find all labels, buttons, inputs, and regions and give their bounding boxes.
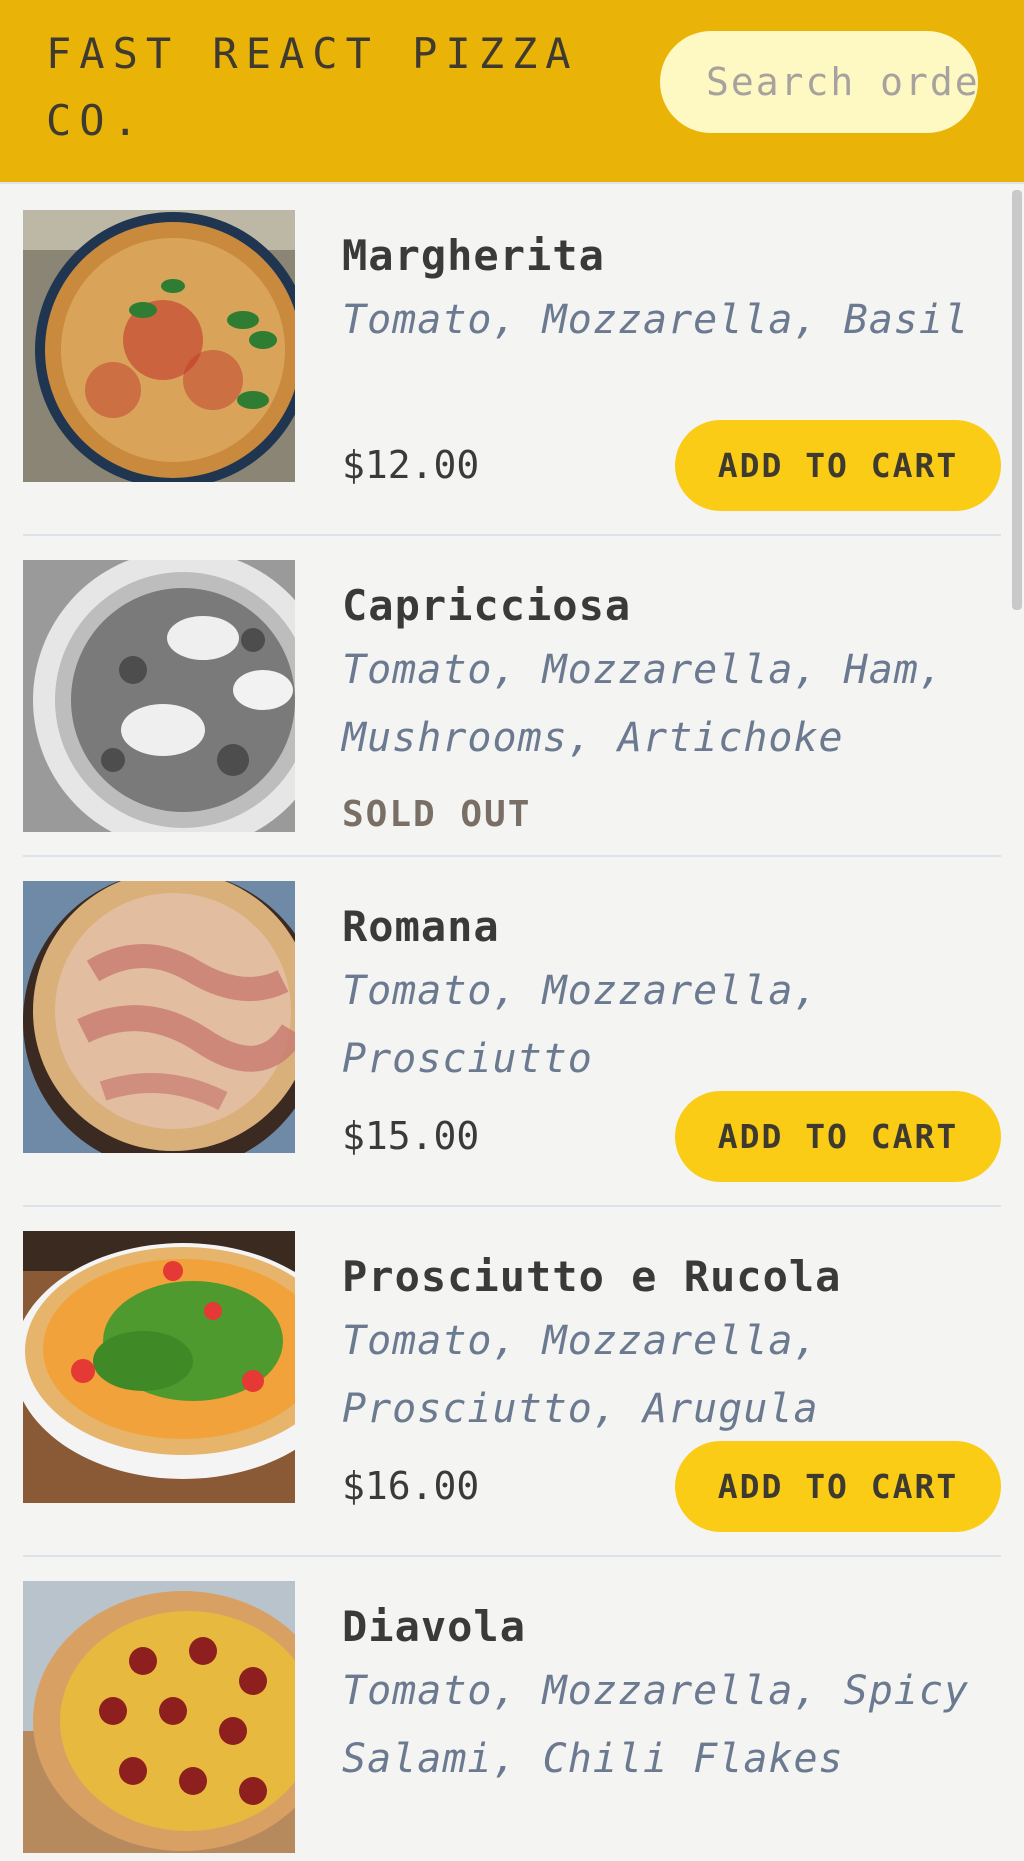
pizza-name: Diavola <box>342 1602 527 1651</box>
pizza-name: Margherita <box>342 231 605 280</box>
pizza-ingredients: Tomato, Mozzarella, Basil <box>342 297 970 343</box>
add-to-cart-button[interactable]: ADD TO CART <box>675 1091 1001 1182</box>
menu-item: Capricciosa Tomato, Mozzarella, Ham, Mus… <box>0 536 1024 857</box>
pizza-image-prosciutto-e-rucola <box>23 1231 295 1503</box>
pizza-price: $16.00 <box>342 1464 480 1508</box>
pizza-image-diavola <box>23 1581 295 1853</box>
sold-out-label: SOLD OUT <box>342 794 532 835</box>
menu-list: Margherita Tomato, Mozzarella, Basil $12… <box>0 186 1024 1861</box>
menu-item: Prosciutto e Rucola Tomato, Mozzarella, … <box>0 1207 1024 1557</box>
menu-item: Romana Tomato, Mozzarella, Prosciutto $1… <box>0 857 1024 1207</box>
brand-logo-text[interactable]: FAST REACT PIZZA CO. <box>46 20 606 154</box>
app-header: FAST REACT PIZZA CO. <box>0 0 1024 184</box>
pizza-price: $12.00 <box>342 443 480 487</box>
add-to-cart-button[interactable]: ADD TO CART <box>675 1441 1001 1532</box>
pizza-image-margherita <box>23 210 295 482</box>
pizza-name: Romana <box>342 902 500 951</box>
pizza-image-capricciosa <box>23 560 295 832</box>
pizza-name: Capricciosa <box>342 581 632 630</box>
menu-item: Diavola Tomato, Mozzarella, Spicy Salami… <box>0 1557 1024 1861</box>
pizza-image-romana <box>23 881 295 1153</box>
pizza-price: $15.00 <box>342 1114 480 1158</box>
scrollbar-thumb[interactable] <box>1012 190 1022 610</box>
pizza-ingredients: Tomato, Mozzarella, Ham, Mushrooms, Arti… <box>342 647 944 761</box>
add-to-cart-button[interactable]: ADD TO CART <box>675 420 1001 511</box>
pizza-ingredients: Tomato, Mozzarella, Prosciutto, Arugula <box>342 1318 819 1432</box>
search-order-input[interactable] <box>660 31 978 133</box>
pizza-ingredients: Tomato, Mozzarella, Prosciutto <box>342 968 819 1082</box>
menu-item: Margherita Tomato, Mozzarella, Basil $12… <box>0 186 1024 536</box>
pizza-ingredients: Tomato, Mozzarella, Spicy Salami, Chili … <box>342 1668 970 1782</box>
pizza-name: Prosciutto e Rucola <box>342 1252 842 1301</box>
